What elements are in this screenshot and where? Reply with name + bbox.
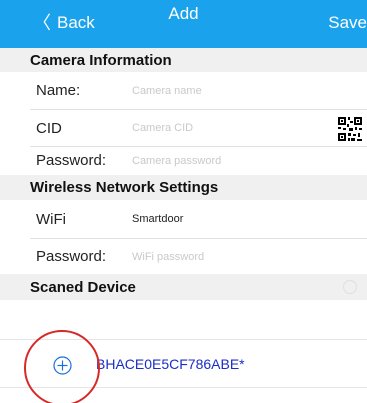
section-camera-information: Camera Information — [0, 48, 367, 72]
wifi-ssid-row: WiFi — [0, 200, 367, 238]
camera-password-row: Password: — [0, 147, 367, 174]
qr-code-icon[interactable] — [337, 116, 363, 142]
wifi-password-input[interactable] — [132, 250, 312, 263]
scanned-device-title: Scaned Device — [30, 278, 136, 296]
navigation-bar: 〈 Back Add Save — [0, 0, 367, 48]
camera-cid-label: CID — [36, 119, 62, 137]
camera-name-input[interactable] — [132, 84, 312, 97]
page-title: Add — [168, 4, 199, 23]
wifi-ssid-label: WiFi — [36, 210, 66, 228]
scan-refresh-icon[interactable] — [343, 280, 357, 294]
plus-circle-icon[interactable] — [53, 356, 72, 375]
section-wireless-network-settings: Wireless Network Settings — [0, 175, 367, 200]
device-id: BHACE0E5CF786ABE* — [96, 356, 245, 372]
wifi-password-row: Password: — [0, 239, 367, 274]
scanned-device-row[interactable]: BHACE0E5CF786ABE* — [0, 339, 367, 388]
camera-cid-input[interactable] — [132, 122, 312, 134]
wifi-password-label: Password: — [36, 248, 107, 265]
section-scanned-device: Scaned Device — [0, 274, 367, 300]
save-button[interactable]: Save — [328, 13, 367, 33]
camera-name-row: Name: — [0, 72, 367, 109]
wifi-ssid-input[interactable] — [132, 213, 312, 225]
camera-password-label: Password: — [36, 152, 107, 169]
camera-name-label: Name: — [36, 82, 81, 99]
camera-cid-row: CID — [0, 110, 367, 146]
camera-password-input[interactable] — [132, 154, 312, 167]
